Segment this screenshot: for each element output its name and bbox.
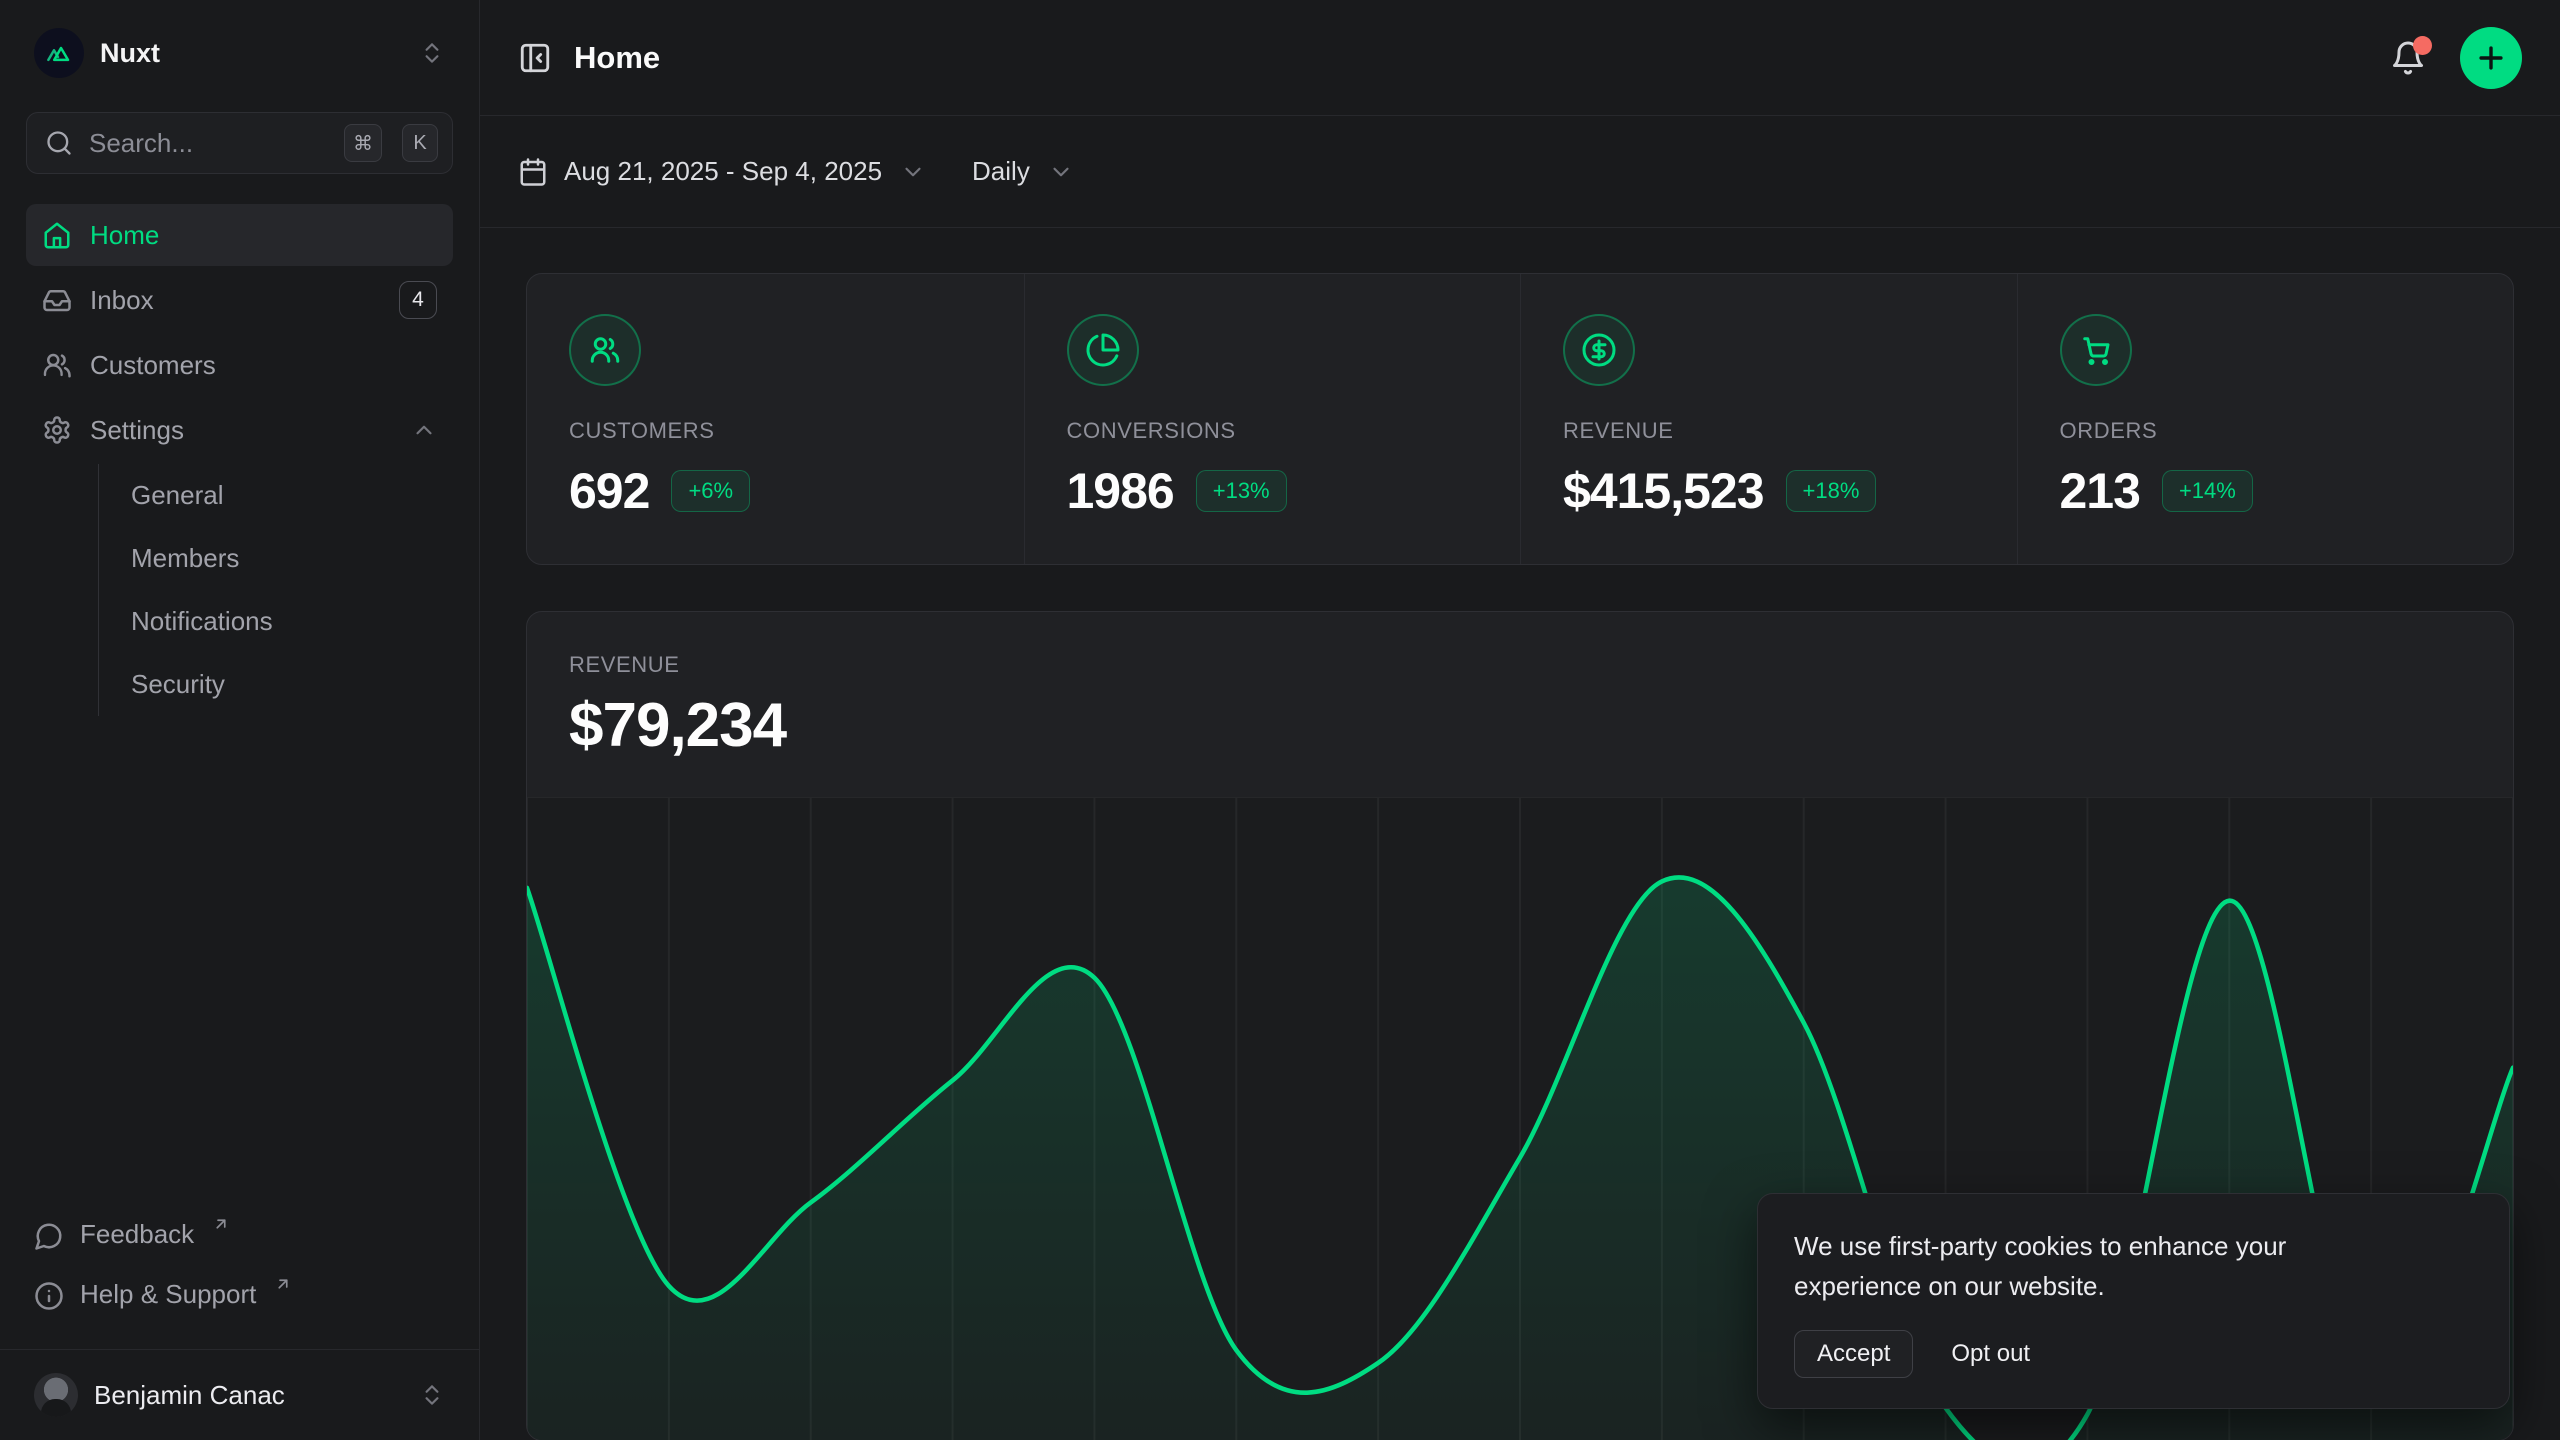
stat-label: ORDERS	[2060, 418, 2472, 444]
stat-conversions: CONVERSIONS 1986 +13%	[1024, 274, 1521, 564]
user-menu[interactable]: Benjamin Canac	[26, 1350, 453, 1440]
external-link-icon	[212, 1215, 230, 1233]
gear-icon	[42, 415, 72, 445]
sidebar: Nuxt Search... ⌘ K Home	[0, 0, 480, 1440]
sidebar-nav: Home Inbox 4 Customers Sett	[26, 204, 453, 1209]
cookie-banner: We use first-party cookies to enhance yo…	[1757, 1193, 2510, 1409]
notification-dot	[2413, 36, 2432, 55]
stat-orders: ORDERS 213 +14%	[2017, 274, 2514, 564]
sidebar-item-customers[interactable]: Customers	[26, 334, 453, 396]
search-placeholder: Search...	[89, 128, 324, 159]
sidebar-item-settings[interactable]: Settings	[26, 399, 453, 461]
stat-delta-badge: +18%	[1786, 470, 1877, 512]
user-name: Benjamin Canac	[94, 1380, 403, 1411]
avatar	[34, 1373, 78, 1417]
date-range-label: Aug 21, 2025 - Sep 4, 2025	[564, 156, 882, 187]
cookie-message: We use first-party cookies to enhance yo…	[1794, 1226, 2414, 1306]
sidebar-item-label: Inbox	[90, 285, 154, 316]
info-circle-icon	[34, 1281, 64, 1311]
page-title: Home	[574, 40, 2390, 76]
sidebar-item-members[interactable]: Members	[129, 527, 453, 590]
stat-label: REVENUE	[1563, 418, 1975, 444]
inbox-icon	[42, 285, 72, 315]
message-circle-icon	[34, 1221, 64, 1251]
inbox-count-badge: 4	[399, 281, 437, 319]
help-support-label: Help & Support	[80, 1279, 256, 1310]
sidebar-item-label: Home	[90, 220, 159, 251]
notifications-button[interactable]	[2390, 40, 2426, 76]
home-icon	[42, 220, 72, 250]
granularity-select[interactable]: Daily	[972, 156, 1074, 187]
dollar-circle-icon	[1563, 314, 1635, 386]
sidebar-item-general[interactable]: General	[129, 464, 453, 527]
stat-value: 692	[569, 462, 649, 520]
filters-toolbar: Aug 21, 2025 - Sep 4, 2025 Daily	[480, 116, 2560, 228]
sidebar-item-inbox[interactable]: Inbox 4	[26, 269, 453, 331]
users-icon	[42, 350, 72, 380]
settings-sub-list: General Members Notifications Security	[98, 464, 453, 716]
shopping-cart-icon	[2060, 314, 2132, 386]
workspace-switcher[interactable]: Nuxt	[26, 24, 453, 82]
revenue-chart-value: $79,234	[569, 690, 2471, 761]
cookie-accept-button[interactable]: Accept	[1794, 1330, 1913, 1378]
kbd-k: K	[402, 124, 438, 162]
stat-customers: CUSTOMERS 692 +6%	[527, 274, 1024, 564]
chevron-down-icon	[900, 159, 926, 185]
search-icon	[45, 129, 73, 157]
help-support-link[interactable]: Help & Support	[26, 1269, 453, 1329]
add-button[interactable]	[2460, 27, 2522, 89]
sidebar-item-label: Customers	[90, 350, 216, 381]
chevrons-up-down-icon	[419, 40, 445, 66]
sidebar-collapse-button[interactable]	[518, 41, 552, 75]
chevrons-up-down-icon	[419, 1382, 445, 1408]
feedback-link[interactable]: Feedback	[26, 1209, 453, 1269]
stats-card: CUSTOMERS 692 +6% CONVERSIONS 1986 +13%	[526, 273, 2514, 565]
stat-value: 1986	[1067, 462, 1174, 520]
chevron-down-icon	[1048, 159, 1074, 185]
date-range-picker[interactable]: Aug 21, 2025 - Sep 4, 2025	[518, 156, 926, 187]
stat-delta-badge: +13%	[1196, 470, 1287, 512]
stat-delta-badge: +6%	[671, 470, 750, 512]
stat-label: CONVERSIONS	[1067, 418, 1479, 444]
calendar-icon	[518, 157, 548, 187]
stat-delta-badge: +14%	[2162, 470, 2253, 512]
stat-label: CUSTOMERS	[569, 418, 982, 444]
feedback-label: Feedback	[80, 1219, 194, 1250]
sidebar-item-label: Settings	[90, 415, 184, 446]
cookie-optout-button[interactable]: Opt out	[1951, 1340, 2030, 1368]
search-input[interactable]: Search... ⌘ K	[26, 112, 453, 174]
stat-revenue: REVENUE $415,523 +18%	[1520, 274, 2017, 564]
brand-name: Nuxt	[100, 38, 403, 69]
stat-value: $415,523	[1563, 462, 1764, 520]
sidebar-item-home[interactable]: Home	[26, 204, 453, 266]
revenue-chart-header: REVENUE $79,234	[527, 612, 2513, 797]
users-round-icon	[569, 314, 641, 386]
granularity-label: Daily	[972, 156, 1030, 187]
chevron-up-icon	[411, 417, 437, 443]
revenue-chart-label: REVENUE	[569, 652, 2471, 678]
page-header: Home	[480, 0, 2560, 116]
sidebar-footer: Feedback Help & Support	[26, 1209, 453, 1335]
external-link-icon	[274, 1275, 292, 1293]
pie-chart-icon	[1067, 314, 1139, 386]
plus-icon	[2474, 41, 2508, 75]
kbd-cmd: ⌘	[344, 124, 382, 162]
sidebar-item-notifications[interactable]: Notifications	[129, 590, 453, 653]
stat-value: 213	[2060, 462, 2140, 520]
sidebar-item-security[interactable]: Security	[129, 653, 453, 716]
nuxt-logo-icon	[34, 28, 84, 78]
